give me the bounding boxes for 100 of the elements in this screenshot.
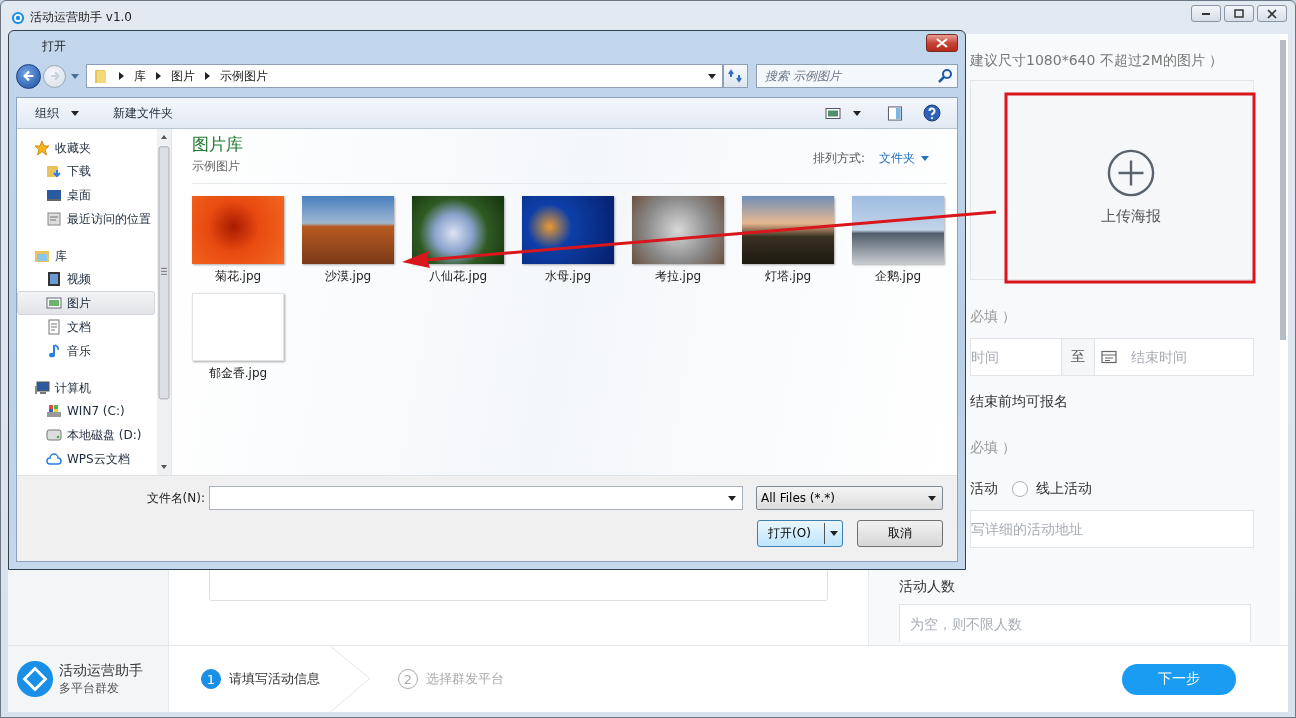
- dialog-title: 打开: [42, 37, 66, 55]
- music-note-icon: [46, 343, 62, 359]
- view-icon[interactable]: [825, 105, 841, 121]
- breadcrumb-item[interactable]: 图片: [171, 67, 195, 85]
- date-range-field[interactable]: 时间 至 结束时间: [970, 338, 1254, 376]
- library-folder-icon: [34, 248, 50, 264]
- new-folder-button[interactable]: 新建文件夹: [105, 101, 181, 125]
- dropdown-caret-icon: [830, 531, 838, 536]
- minimize-button[interactable]: [1191, 5, 1221, 22]
- history-caret-icon: [71, 73, 79, 79]
- preview-pane-icon[interactable]: [887, 105, 903, 121]
- dropdown-caret-icon: [928, 495, 936, 501]
- close-button[interactable]: [926, 34, 958, 52]
- organize-menu[interactable]: 组织: [27, 101, 87, 125]
- maximize-button[interactable]: [1224, 5, 1254, 22]
- computer-icon: [34, 380, 50, 396]
- app-logo-icon: [11, 10, 25, 25]
- calendar-icon: [1101, 350, 1117, 364]
- film-icon: [46, 271, 62, 287]
- nav-item[interactable]: 下载: [17, 159, 155, 183]
- system-drive-icon: [46, 403, 62, 419]
- scrollbar[interactable]: [157, 129, 171, 475]
- maximize-icon: [1233, 8, 1245, 19]
- plus-icon: [1107, 148, 1155, 197]
- chevron-icon: [119, 72, 124, 80]
- file-item[interactable]: 水母.jpg: [522, 196, 614, 285]
- close-icon: [935, 38, 949, 48]
- file-item[interactable]: 郁金香.jpg: [192, 293, 284, 382]
- poster-hint: 建议尺寸1080*640 不超过2M的图片 ）: [970, 52, 1225, 70]
- dropdown-caret-icon: [708, 73, 716, 79]
- dropdown-caret-icon: [728, 495, 736, 501]
- picture-icon: [46, 295, 62, 311]
- sort-dropdown[interactable]: 文件夹: [879, 150, 929, 167]
- search-icon: [937, 68, 953, 84]
- nav-item[interactable]: 音乐: [17, 339, 155, 363]
- online-radio[interactable]: 线上活动: [1012, 480, 1092, 498]
- nav-item[interactable]: WIN7 (C:): [17, 399, 155, 423]
- close-button[interactable]: [1257, 5, 1287, 22]
- file-item[interactable]: 企鹅.jpg: [852, 196, 944, 285]
- refresh-button[interactable]: [723, 64, 748, 88]
- help-icon[interactable]: [923, 104, 941, 122]
- file-item[interactable]: 八仙花.jpg: [412, 196, 504, 285]
- start-time-field[interactable]: 时间: [971, 339, 1061, 375]
- end-time-field[interactable]: 结束时间: [1131, 339, 1253, 375]
- nav-item[interactable]: WPS云文档: [17, 447, 155, 471]
- back-arrow-icon: [21, 69, 36, 83]
- sort-label: 排列方式:: [812, 150, 865, 167]
- back-button[interactable]: [16, 63, 41, 89]
- required-note: 必填 ）: [970, 439, 1018, 457]
- minimize-icon: [1202, 12, 1210, 15]
- file-type-dropdown[interactable]: All Files (*.*): [756, 486, 943, 510]
- refresh-arrows-icon: [727, 68, 744, 84]
- cloud-icon: [46, 451, 62, 467]
- address-bar[interactable]: 库 图片 示例图片: [86, 64, 723, 88]
- library-subtitle: 示例图片: [192, 158, 241, 175]
- open-button[interactable]: 打开(O): [757, 520, 843, 547]
- upload-poster-button[interactable]: 上传海报: [1009, 93, 1253, 281]
- file-item[interactable]: 灯塔.jpg: [742, 196, 834, 285]
- radio-label: 活动: [970, 480, 998, 498]
- app-logo-icon: [16, 660, 54, 698]
- file-item[interactable]: 菊花.jpg: [192, 196, 284, 285]
- window-title: 活动运营助手 v1.0: [30, 9, 132, 26]
- nav-item[interactable]: 桌面: [17, 183, 155, 207]
- filename-label: 文件名(N):: [145, 489, 205, 507]
- brand-name: 活动运营助手: [59, 661, 143, 680]
- nav-item[interactable]: 文档: [17, 315, 155, 339]
- signup-note: 结束前均可报名: [970, 393, 1069, 411]
- brand-tagline: 多平台群发: [59, 679, 120, 697]
- file-item[interactable]: 考拉.jpg: [632, 196, 724, 285]
- search-field[interactable]: 搜索 示例图片: [756, 64, 958, 88]
- nav-group-header[interactable]: 库: [17, 245, 157, 267]
- nav-group-header[interactable]: 收藏夹: [17, 137, 157, 159]
- caret-icon[interactable]: [853, 110, 861, 116]
- caret-icon: [71, 110, 79, 116]
- nav-item[interactable]: 图片: [17, 291, 155, 315]
- chevron-icon: [205, 72, 210, 80]
- chevron-icon: [156, 72, 161, 80]
- nav-group-header[interactable]: 计算机: [17, 377, 157, 399]
- field-label: 活动人数: [899, 578, 956, 596]
- hard-drive-icon: [46, 427, 62, 443]
- library-title: 图片库: [192, 133, 243, 156]
- range-separator: 至: [1061, 339, 1095, 375]
- breadcrumb-item[interactable]: 示例图片: [220, 67, 268, 85]
- nav-item[interactable]: 最近访问的位置: [17, 207, 155, 231]
- document-icon: [46, 319, 62, 335]
- cancel-button[interactable]: 取消: [857, 520, 943, 547]
- breadcrumb-item[interactable]: 库: [134, 67, 146, 85]
- nav-item[interactable]: 本地磁盘 (D:): [17, 423, 155, 447]
- nav-item[interactable]: 视频: [17, 267, 155, 291]
- file-item[interactable]: 沙漠.jpg: [302, 196, 394, 285]
- folder-download-icon: [46, 163, 62, 179]
- desktop-icon: [46, 187, 62, 203]
- address-field[interactable]: 写详细的活动地址: [970, 510, 1254, 548]
- recent-places-icon: [46, 211, 62, 227]
- star-icon: [34, 140, 50, 156]
- close-icon: [1266, 8, 1278, 19]
- filename-field[interactable]: [209, 486, 743, 510]
- people-count-field[interactable]: 为空，则不限人数: [899, 604, 1251, 642]
- folder-icon: [93, 68, 109, 84]
- required-note: 必填 ）: [970, 308, 1018, 326]
